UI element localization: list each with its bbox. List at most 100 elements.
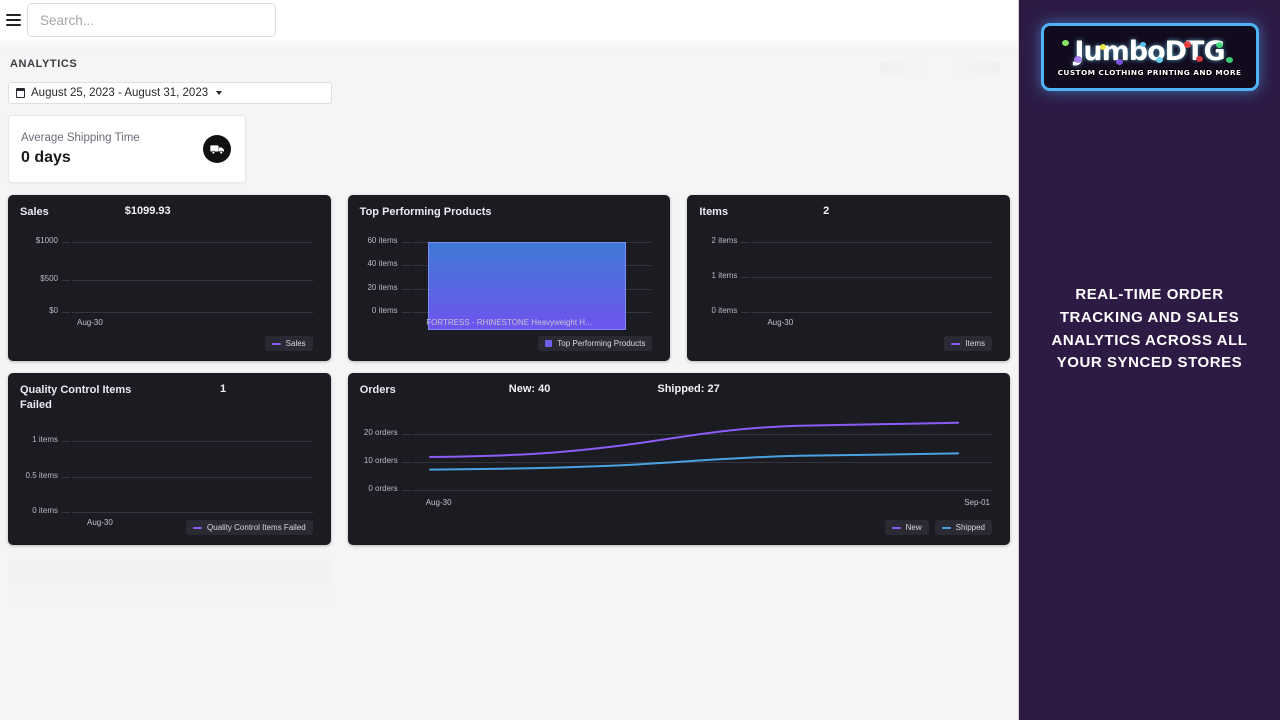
card-title: Top Performing Products — [359, 206, 492, 218]
y-tick-label: 1 items — [711, 270, 738, 280]
card-stat-value: 2 — [823, 205, 830, 217]
y-tick-label: 2 items — [711, 235, 738, 245]
plot-area-orders: 20 orders 10 orders 0 orders Aug-30 Sep-… — [360, 412, 998, 537]
card-title: Quality Control Items Failed — [20, 384, 132, 411]
calendar-icon — [16, 88, 25, 98]
orders-line-series — [428, 421, 959, 471]
kpi-value: 0 days — [21, 148, 71, 166]
x-tick-label: Aug-30 — [77, 317, 103, 327]
chevron-down-icon — [216, 91, 223, 95]
legend-label: New — [905, 523, 922, 532]
loading-placeholder-card — [8, 559, 332, 619]
search-wrapper — [27, 3, 276, 37]
kpi-card-average-shipping-time: Average Shipping Time 0 days — [8, 115, 246, 183]
paint-splatter-icon — [1155, 57, 1163, 63]
chart-card-items: Items 2 2 items 1 items 0 items Aug-30 I… — [687, 195, 1011, 361]
search-input[interactable] — [27, 3, 276, 37]
y-tick-label: 1 items — [32, 434, 58, 444]
paint-splatter-icon — [1139, 42, 1146, 47]
hamburger-bar — [5, 19, 21, 21]
gridline: 0 items — [32, 506, 313, 515]
legend-label: Items — [965, 339, 986, 348]
y-tick-label: 40 items — [367, 258, 398, 268]
charts-grid: Sales $1099.93 $1000 $500 $0 Aug-30 Sale… — [8, 195, 1011, 545]
y-tick-label: 60 items — [367, 235, 398, 245]
chart-legend: Items — [944, 336, 993, 351]
gridline: 0.5 items — [26, 471, 313, 480]
gridline: 0 items — [712, 306, 993, 315]
date-range-label: August 25, 2023 - August 31, 2023 — [31, 87, 209, 99]
logo-tagline: CUSTOM CLOTHING PRINTING AND MORE — [1057, 67, 1242, 78]
chart-legend: Quality Control Items Failed — [186, 520, 313, 535]
gridlines: 2 items 1 items 0 items — [699, 228, 998, 353]
card-stat-new: New: 40 — [508, 383, 551, 395]
logo-inner: JumboDTG CUSTOM CLOTHING PRINTING AND MO… — [1043, 26, 1256, 88]
y-tick-label: 0 items — [371, 305, 398, 315]
paint-splatter-icon — [1225, 57, 1233, 63]
card-header: Orders New: 40 Shipped: 27 — [360, 383, 998, 398]
card-header: Sales $1099.93 — [20, 205, 319, 220]
top-bar — [0, 0, 1018, 40]
chart-legend: New Shipped — [884, 520, 992, 535]
page-title: ANALYTICS — [10, 58, 78, 70]
date-range-picker[interactable]: August 25, 2023 - August 31, 2023 — [8, 82, 332, 104]
legend-item-quality-control[interactable]: Quality Control Items Failed — [186, 520, 313, 535]
gridline: 1 items — [712, 271, 993, 280]
card-title: Orders — [359, 384, 396, 396]
promo-headline: REAL-TIME ORDER TRACKING AND SALES ANALY… — [1051, 286, 1248, 372]
plot-area-qc: 1 items 0.5 items 0 items Aug-30 Quality… — [20, 427, 319, 537]
hamburger-bar — [5, 24, 21, 26]
legend-item-items[interactable]: Items — [944, 336, 993, 351]
x-tick-label-end: Sep-01 — [964, 497, 990, 507]
x-tick-label: FORTRESS - RHINESTONE Heavyweight H... — [426, 317, 592, 327]
card-stat-shipped: Shipped: 27 — [657, 383, 720, 395]
x-tick-label: Aug-30 — [767, 317, 794, 327]
y-tick-label: 0 items — [32, 505, 58, 515]
promo-panel: JumboDTG CUSTOM CLOTHING PRINTING AND MO… — [1018, 0, 1280, 720]
x-tick-label-start: Aug-30 — [425, 497, 452, 507]
chart-card-top-performing-products: Top Performing Products 60 items 40 item… — [347, 195, 671, 361]
card-header: Quality Control Items Failed 1 — [20, 383, 319, 413]
legend-item-shipped[interactable]: Shipped — [934, 520, 992, 535]
brand-logo: JumboDTG CUSTOM CLOTHING PRINTING AND MO… — [1041, 24, 1258, 90]
card-header: Top Performing Products — [360, 205, 659, 220]
card-title: Sales — [20, 206, 49, 218]
legend-item-top-performing-products[interactable]: Top Performing Products — [538, 336, 653, 351]
gridline: $500 — [40, 274, 313, 283]
y-tick-label: $0 — [49, 305, 58, 315]
gridline: $1000 — [36, 236, 313, 245]
paint-splatter-icon — [1195, 56, 1203, 62]
charts-row-2: Quality Control Items Failed 1 1 items 0… — [8, 373, 1010, 545]
card-title: Items — [699, 206, 729, 218]
legend-label: Sales — [285, 339, 306, 348]
plot-area-sales: $1000 $500 $0 Aug-30 Sales — [20, 228, 319, 353]
line-new — [428, 421, 959, 458]
analytics-content: ANALYTICS August 25, 2023 - August 31, 2… — [0, 40, 1018, 619]
legend-label: Quality Control Items Failed — [207, 523, 306, 532]
chart-legend: Sales — [264, 336, 313, 351]
paint-splatter-icon — [1061, 40, 1069, 46]
card-stat-value: 1 — [220, 383, 227, 395]
charts-row-1: Sales $1099.93 $1000 $500 $0 Aug-30 Sale… — [8, 195, 1011, 361]
kpi-text-block: Average Shipping Time 0 days — [21, 132, 140, 167]
chart-card-quality-control-items-failed: Quality Control Items Failed 1 1 items 0… — [8, 373, 331, 545]
hamburger-menu-icon[interactable] — [0, 14, 26, 26]
paint-splatter-icon — [1215, 42, 1223, 48]
kpi-label: Average Shipping Time — [21, 131, 140, 144]
chart-card-orders: Orders New: 40 Shipped: 27 20 orders 10 … — [347, 373, 1010, 545]
y-tick-label: 0 items — [711, 305, 738, 315]
legend-item-sales[interactable]: Sales — [264, 336, 313, 351]
legend-item-new[interactable]: New — [884, 520, 929, 535]
hamburger-bar — [5, 14, 21, 16]
gridline: 1 items — [32, 435, 313, 444]
plot-area-items: 2 items 1 items 0 items Aug-30 Items — [699, 228, 998, 353]
chart-card-sales: Sales $1099.93 $1000 $500 $0 Aug-30 Sale… — [8, 195, 331, 361]
gridline: 2 items — [712, 236, 993, 245]
x-tick-label: Aug-30 — [87, 517, 113, 527]
app-screen: ANALYTICS August 25, 2023 - August 31, 2… — [0, 0, 1280, 720]
gridline: $0 — [49, 306, 313, 315]
paint-splatter-icon — [1183, 41, 1191, 48]
card-stat-value: $1099.93 — [124, 205, 171, 217]
y-tick-label: 20 items — [367, 282, 398, 292]
gridlines: $1000 $500 $0 — [20, 228, 319, 353]
